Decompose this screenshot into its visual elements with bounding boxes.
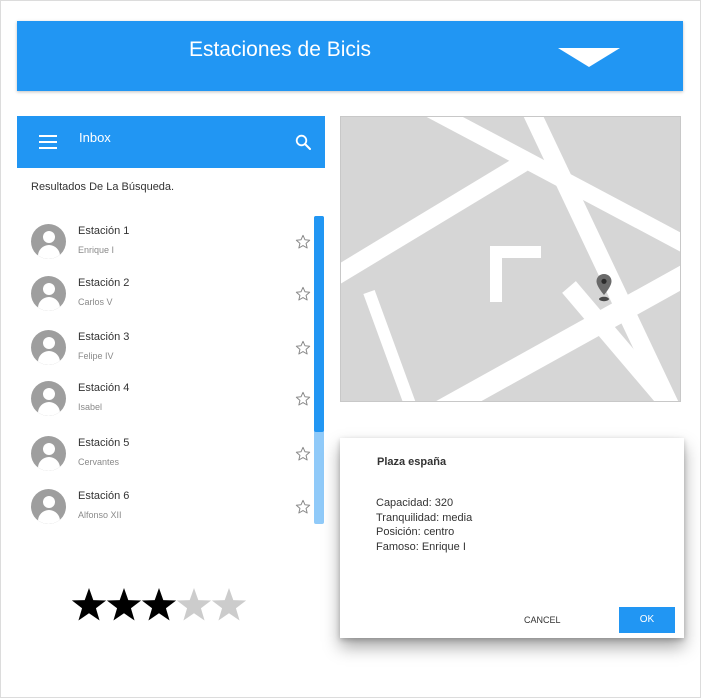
- list-item[interactable]: Estación 1 Enrique I: [17, 218, 317, 268]
- star-outline-icon[interactable]: [295, 391, 311, 407]
- app-title: Estaciones de Bicis: [188, 38, 372, 61]
- list-item[interactable]: Estación 4 Isabel: [17, 375, 317, 425]
- star-outline-icon[interactable]: [295, 446, 311, 462]
- dialog-line-position: Posición: centro: [376, 526, 455, 538]
- star-empty-icon[interactable]: [211, 588, 247, 621]
- inbox-toolbar: Inbox: [17, 116, 325, 168]
- inbox-title: Inbox: [79, 130, 111, 145]
- map-roads: [341, 117, 680, 401]
- cancel-button[interactable]: CANCEL: [524, 615, 561, 625]
- dialog-line-tranquility: Tranquilidad: media: [376, 511, 473, 524]
- station-title: Estación 2: [78, 277, 130, 289]
- station-title: Estación 4: [78, 382, 130, 394]
- list-item[interactable]: Estación 5 Cervantes: [17, 430, 317, 480]
- station-subtitle: Alfonso XII: [78, 510, 122, 520]
- station-subtitle: Cervantes: [78, 457, 120, 467]
- station-subtitle: Enrique I: [78, 245, 115, 255]
- search-icon[interactable]: [295, 134, 311, 150]
- person-icon: [31, 489, 66, 524]
- list-item[interactable]: Estación 6 Alfonso XII: [17, 483, 317, 533]
- person-icon: [31, 330, 66, 365]
- star-outline-icon[interactable]: [295, 234, 311, 250]
- star-filled-icon[interactable]: [141, 588, 177, 621]
- star-outline-icon[interactable]: [295, 499, 311, 515]
- station-title: Estación 6: [78, 490, 130, 502]
- star-filled-icon[interactable]: [106, 588, 142, 621]
- station-dialog: Plaza españa Capacidad: 320 Tranquilidad…: [340, 438, 684, 638]
- star-outline-icon[interactable]: [295, 286, 311, 302]
- person-icon: [31, 276, 66, 311]
- star-rating[interactable]: [72, 585, 248, 625]
- list-item[interactable]: Estación 3 Felipe IV: [17, 324, 317, 374]
- list-item[interactable]: Estación 2 Carlos V: [17, 270, 317, 320]
- person-icon: [31, 436, 66, 471]
- person-icon: [31, 224, 66, 259]
- station-subtitle: Isabel: [78, 402, 103, 412]
- dialog-line-famous: Famoso: Enrique I: [376, 540, 466, 553]
- dialog-title: Plaza españa: [377, 456, 447, 468]
- map-pin-icon[interactable]: [595, 273, 613, 303]
- station-title: Estación 3: [78, 331, 130, 343]
- dropdown-triangle-icon[interactable]: [558, 48, 620, 67]
- star-empty-icon[interactable]: [176, 588, 212, 621]
- star-outline-icon[interactable]: [295, 340, 311, 356]
- menu-icon[interactable]: [39, 135, 57, 149]
- station-title: Estación 1: [78, 225, 130, 237]
- map-view[interactable]: [340, 116, 681, 402]
- person-icon: [31, 381, 66, 416]
- station-subtitle: Carlos V: [78, 297, 113, 307]
- app-header: Estaciones de Bicis: [17, 21, 683, 91]
- station-title: Estación 5: [78, 437, 130, 449]
- star-filled-icon[interactable]: [72, 588, 107, 621]
- scrollbar-thumb[interactable]: [314, 216, 324, 432]
- results-label: Resultados De La Búsqueda.: [31, 181, 175, 193]
- dialog-line-capacity: Capacidad: 320: [376, 497, 454, 509]
- list-scrollbar[interactable]: [314, 216, 324, 524]
- station-subtitle: Felipe IV: [78, 351, 114, 361]
- ok-button[interactable]: OK: [619, 607, 675, 633]
- dialog-body: Capacidad: 320 Tranquilidad: media Posic…: [376, 496, 472, 554]
